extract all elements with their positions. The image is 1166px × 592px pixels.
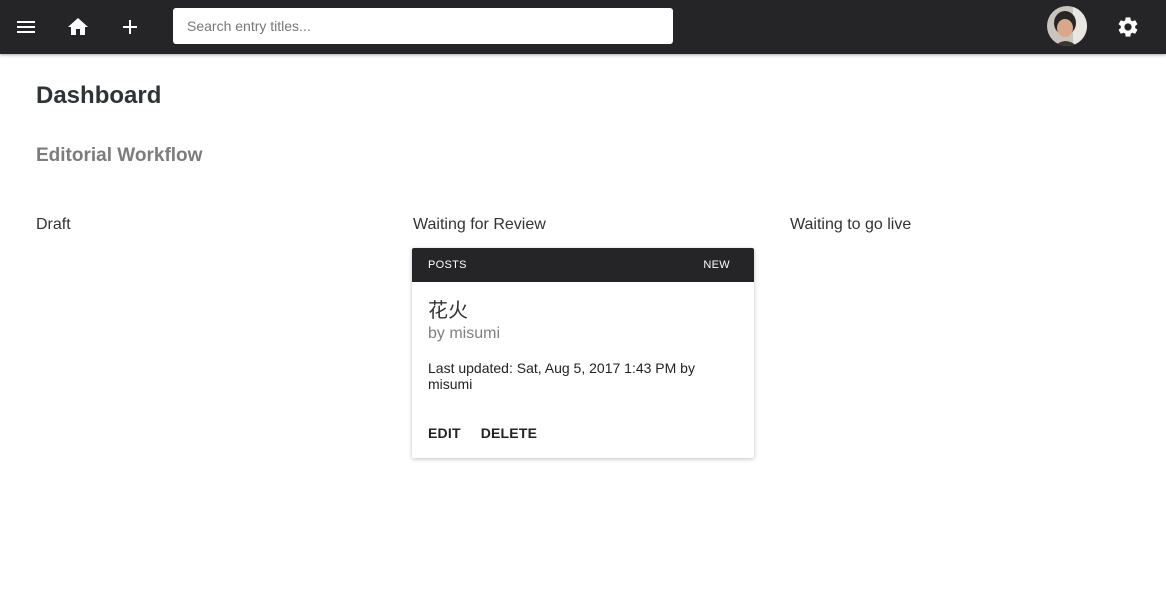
home-button[interactable] (60, 9, 96, 45)
plus-icon (123, 20, 137, 34)
edit-button[interactable]: EDIT (428, 425, 461, 441)
column-title-live: Waiting to go live (790, 216, 912, 233)
top-app-bar (0, 0, 1166, 54)
card-last-updated: Last updated: Sat, Aug 5, 2017 1:43 PM b… (428, 360, 695, 392)
home-icon (68, 18, 88, 35)
user-avatar[interactable] (1047, 6, 1087, 46)
card-actions: EDIT DELETE (428, 425, 537, 441)
gear-icon (1118, 17, 1138, 37)
card-header: POSTS NEW (412, 248, 754, 282)
delete-button[interactable]: DELETE (481, 425, 537, 441)
card-collection-label: POSTS (428, 259, 467, 271)
page-title: Dashboard (36, 82, 162, 109)
card-author: by misumi (428, 325, 501, 342)
menu-icon (17, 21, 35, 33)
column-title-draft: Draft (36, 216, 71, 233)
card-title[interactable]: 花火 (428, 294, 468, 323)
search-input[interactable] (173, 8, 673, 44)
card-status-badge: NEW (703, 259, 730, 271)
menu-button[interactable] (8, 9, 44, 45)
column-title-review: Waiting for Review (413, 216, 546, 233)
section-title: Editorial Workflow (36, 145, 203, 166)
settings-button[interactable] (1110, 9, 1146, 45)
entry-card[interactable]: POSTS NEW 花火 by misumi Last updated: Sat… (412, 248, 754, 458)
add-entry-button[interactable] (112, 9, 148, 45)
dashboard-main: Dashboard Editorial Workflow Draft Waiti… (0, 54, 1166, 592)
avatar-photo (1047, 6, 1087, 46)
